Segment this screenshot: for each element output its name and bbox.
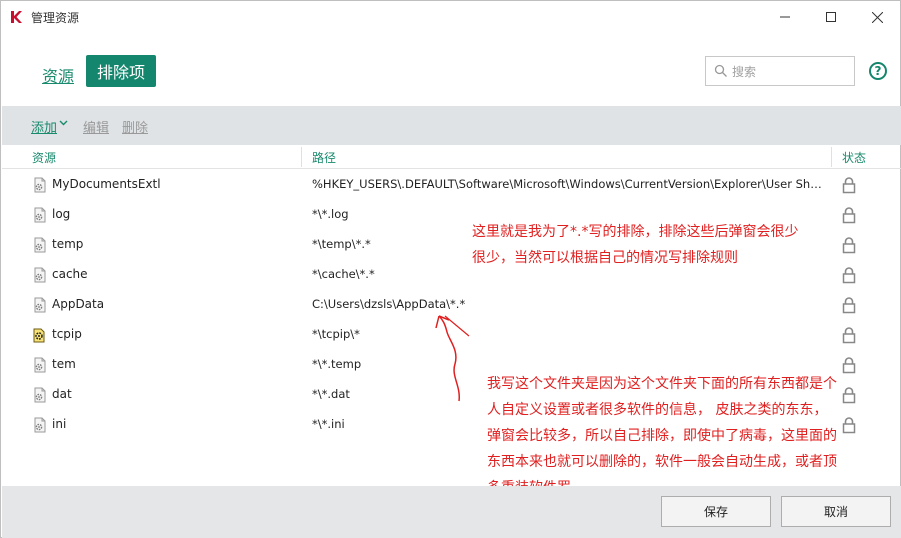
gear-file-icon: [32, 237, 48, 253]
gear-file-icon: [32, 267, 48, 283]
kaspersky-logo-icon: [11, 11, 22, 23]
resource-path: *\tcpip\*: [312, 327, 360, 341]
gear-file-icon: [32, 387, 48, 403]
maximize-icon: [826, 12, 836, 22]
toolbar: 添加 编辑 删除: [2, 106, 901, 145]
column-header-status[interactable]: 状态: [842, 149, 866, 166]
window-title: 管理资源: [31, 11, 80, 25]
resource-name: tem: [52, 357, 76, 371]
lock-icon[interactable]: [841, 236, 857, 258]
close-icon: [871, 11, 883, 23]
lock-icon[interactable]: [841, 176, 857, 198]
resource-name: ini: [52, 417, 67, 431]
resource-name: AppData: [52, 297, 105, 311]
tab-exclusions[interactable]: 排除项: [86, 55, 156, 87]
lock-icon[interactable]: [841, 206, 857, 228]
close-button[interactable]: [854, 1, 900, 33]
annotation-note-2: 我写这个文件夹是因为这个文件夹下面的所有东西都是个人自定义设置或者很多软件的信息…: [487, 376, 837, 496]
column-divider[interactable]: [831, 147, 832, 167]
annotation-arrow: [435, 315, 470, 402]
gear-file-icon: [32, 177, 48, 193]
column-divider[interactable]: [301, 147, 302, 167]
resource-path: %HKEY_USERS\.DEFAULT\Software\Microsoft\…: [312, 177, 827, 191]
edit-button[interactable]: 编辑: [83, 117, 109, 136]
tcpip-icon: [32, 327, 48, 343]
search-input[interactable]: [732, 63, 847, 80]
tab-resources[interactable]: 资源: [42, 63, 74, 87]
save-button[interactable]: 保存: [661, 496, 771, 527]
column-header-resource[interactable]: 资源: [32, 149, 56, 166]
minimize-button[interactable]: [762, 1, 808, 33]
cancel-button[interactable]: 取消: [781, 496, 891, 527]
resource-path: *\*.temp: [312, 357, 362, 371]
resource-name: dat: [52, 387, 72, 401]
resource-name: log: [52, 207, 71, 221]
add-button[interactable]: 添加: [31, 117, 57, 136]
resource-name: tcpip: [52, 327, 82, 341]
resource-name: temp: [52, 237, 84, 251]
title-bar: 管理资源: [1, 1, 900, 33]
resource-name: cache: [52, 267, 88, 281]
chevron-down-icon[interactable]: [59, 118, 68, 127]
gear-file-icon: [32, 297, 48, 313]
minimize-icon: [780, 16, 790, 18]
resource-path: C:\Users\dzsls\AppData\*.*: [312, 297, 466, 311]
lock-icon[interactable]: [841, 326, 857, 348]
dialog-footer: 保存 取消: [2, 486, 901, 538]
lock-icon[interactable]: [841, 296, 857, 318]
lock-icon[interactable]: [841, 356, 857, 378]
table-row[interactable]: MyDocumentsExtl %HKEY_USERS\.DEFAULT\Soft…: [2, 170, 901, 200]
resource-name: MyDocumentsExtl: [52, 177, 161, 191]
lock-icon[interactable]: [841, 266, 857, 288]
lock-icon[interactable]: [841, 416, 857, 438]
annotation-note-1: 这里就是我为了*.*写的排除，排除这些后弹窗会很少很少，当然可以根据自己的情况写…: [472, 224, 799, 266]
search-box[interactable]: [705, 56, 855, 86]
maximize-button[interactable]: [808, 1, 854, 33]
gear-file-icon: [32, 207, 48, 223]
gear-file-icon: [32, 357, 48, 373]
manage-resources-window: 管理资源 资源 排除项 ? 添加 编辑 删除 资源 路径: [0, 0, 901, 538]
column-header-path[interactable]: 路径: [312, 149, 336, 166]
search-icon: [714, 64, 727, 77]
gear-file-icon: [32, 417, 48, 433]
lock-icon[interactable]: [841, 386, 857, 408]
delete-button[interactable]: 删除: [122, 117, 148, 136]
table-header: 资源 路径 状态: [2, 145, 901, 169]
help-icon[interactable]: ?: [869, 62, 887, 80]
